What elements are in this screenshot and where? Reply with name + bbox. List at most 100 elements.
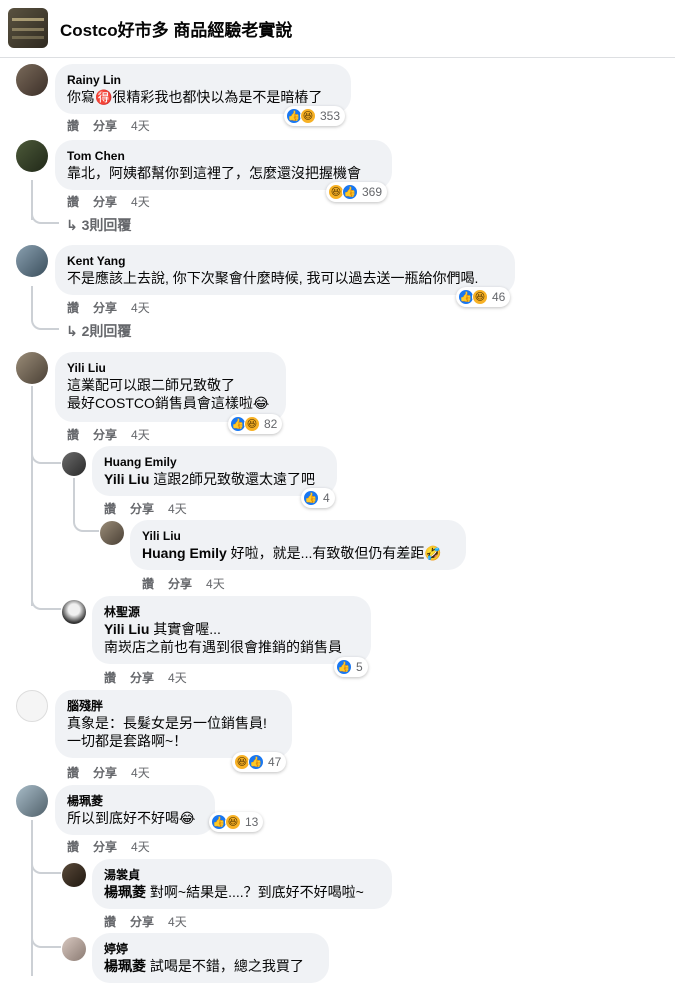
reaction-summary[interactable]: 👍 😆 353 [284,106,346,126]
comment-actions: 讚分享 4天 [67,764,164,781]
comment-author[interactable]: 楊珮菱 [67,793,203,809]
thread-curve [31,928,61,948]
comment-author[interactable]: Kent Yang [67,253,503,269]
share-button[interactable]: 分享 [93,766,117,780]
comment-bubble: 林聖源 Yili Liu 其實會喔... 南崁店之前也有遇到很會推銷的銷售員 [92,596,371,664]
comment-actions: 讚分享 4天 [67,299,164,316]
share-button[interactable]: 分享 [93,119,117,133]
comment-actions: 讚分享 4天 [67,426,164,443]
avatar[interactable] [100,521,124,545]
share-button[interactable]: 分享 [93,840,117,854]
avatar[interactable] [62,600,86,624]
comment-text-line: 真象是：長髮女是另一位銷售員! [67,715,267,731]
avatar[interactable] [62,937,86,961]
reaction-summary[interactable]: 👍 😆 46 [456,287,511,307]
share-button[interactable]: 分享 [93,428,117,442]
share-button[interactable]: 分享 [130,671,154,685]
like-button[interactable]: 讚 [67,119,79,133]
comment-author[interactable]: 腦殘胖 [67,698,280,714]
reaction-count: 353 [320,109,341,123]
avatar[interactable] [16,245,48,277]
timestamp[interactable]: 4天 [131,428,150,442]
group-title[interactable]: Costco好市多 商品經驗老實說 [60,16,292,41]
comment-bubble: Huang Emily Yili Liu 這跟2師兄致敬還太遠了吧 [92,446,337,496]
mention-link[interactable]: Huang Emily [142,545,227,561]
comment-author[interactable]: Yili Liu [142,528,454,544]
share-button[interactable]: 分享 [130,502,154,516]
reply-arrow-icon: ↳ [66,217,82,233]
like-button[interactable]: 讚 [142,577,154,591]
haha-icon: 😆 [472,289,488,305]
comment-author[interactable]: 林聖源 [104,604,359,620]
like-button[interactable]: 讚 [67,428,79,442]
avatar[interactable] [16,140,48,172]
comment-author[interactable]: Yili Liu [67,360,274,376]
comment-author[interactable]: Tom Chen [67,148,380,164]
thread-curve [73,512,99,532]
like-button[interactable]: 讚 [67,840,79,854]
reaction-summary[interactable]: 👍 😆 13 [209,812,264,832]
comment-text: Yili Liu 其實會喔... [104,621,221,637]
mention-link[interactable]: Yili Liu [104,621,149,637]
comment-bubble: Yili Liu 這業配可以跟二師兄致敬了 最好COSTCO銷售員會這樣啦😂 [55,352,286,422]
like-button[interactable]: 讚 [104,671,116,685]
comment-text: 靠北，阿姨都幫你到這裡了，怎麼還沒把握機會 [67,165,361,181]
like-button[interactable]: 讚 [104,915,116,929]
share-button[interactable]: 分享 [168,577,192,591]
avatar[interactable] [16,690,48,722]
thread-curve [31,306,59,330]
mention-link[interactable]: 楊珮菱 [104,958,146,974]
comment-text: 不是應該上去說, 你下次聚會什麼時候, 我可以過去送一瓶給你們喝. [67,270,479,286]
reaction-summary[interactable]: 👍 😆 82 [228,414,283,434]
view-replies-link[interactable]: ↳ 3則回覆 [66,215,131,235]
reaction-count: 5 [356,660,363,674]
timestamp[interactable]: 4天 [168,915,187,929]
comment-text: 所以到底好不好喝😂 [67,810,196,826]
like-icon: 👍 [303,490,319,506]
timestamp[interactable]: 4天 [206,577,225,591]
reply-arrow-icon: ↳ [66,323,82,339]
timestamp[interactable]: 4天 [131,301,150,315]
reaction-count: 82 [264,417,278,431]
avatar[interactable] [16,785,48,817]
timestamp[interactable]: 4天 [131,766,150,780]
avatar[interactable] [62,863,86,887]
mention-link[interactable]: Yili Liu [104,471,149,487]
like-button[interactable]: 讚 [67,195,79,209]
comment-text: 你寫🉐很精彩我也都快以為是不是暗樁了 [67,89,323,105]
comment-bubble: Kent Yang 不是應該上去說, 你下次聚會什麼時候, 我可以過去送一瓶給你… [55,245,515,295]
like-button[interactable]: 讚 [67,766,79,780]
comment-author[interactable]: 湯裳貞 [104,867,380,883]
share-button[interactable]: 分享 [130,915,154,929]
reaction-summary[interactable]: 👍 5 [334,657,368,677]
reaction-count: 4 [323,491,330,505]
timestamp[interactable]: 4天 [168,502,187,516]
view-replies-link[interactable]: ↳ 2則回覆 [66,321,131,341]
timestamp[interactable]: 4天 [131,840,150,854]
reaction-summary[interactable]: 😆 👍 47 [232,752,287,772]
timestamp[interactable]: 4天 [131,195,150,209]
avatar[interactable] [16,64,48,96]
timestamp[interactable]: 4天 [131,119,150,133]
like-button[interactable]: 讚 [104,502,116,516]
thread-curve [31,854,61,874]
share-button[interactable]: 分享 [93,195,117,209]
share-button[interactable]: 分享 [93,301,117,315]
like-icon: 👍 [248,754,264,770]
comment-text-line: 最好COSTCO銷售員會這樣啦😂 [67,395,270,411]
like-button[interactable]: 讚 [67,301,79,315]
haha-icon: 😆 [300,108,316,124]
reaction-summary[interactable]: 😆 👍 369 [326,182,388,202]
comment-author[interactable]: Huang Emily [104,454,325,470]
comment-author[interactable]: 婷婷 [104,941,317,957]
reaction-summary[interactable]: 👍 4 [301,488,335,508]
avatar[interactable] [62,452,86,476]
timestamp[interactable]: 4天 [168,671,187,685]
group-avatar[interactable] [8,8,48,48]
comment-author[interactable]: Rainy Lin [67,72,339,88]
mention-link[interactable]: 楊珮菱 [104,884,146,900]
comment-actions: 讚分享 4天 [67,193,164,210]
comment-text-line: 一切都是套路啊~！ [67,733,188,749]
avatar[interactable] [16,352,48,384]
comment-actions: 讚分享 4天 [104,500,201,517]
